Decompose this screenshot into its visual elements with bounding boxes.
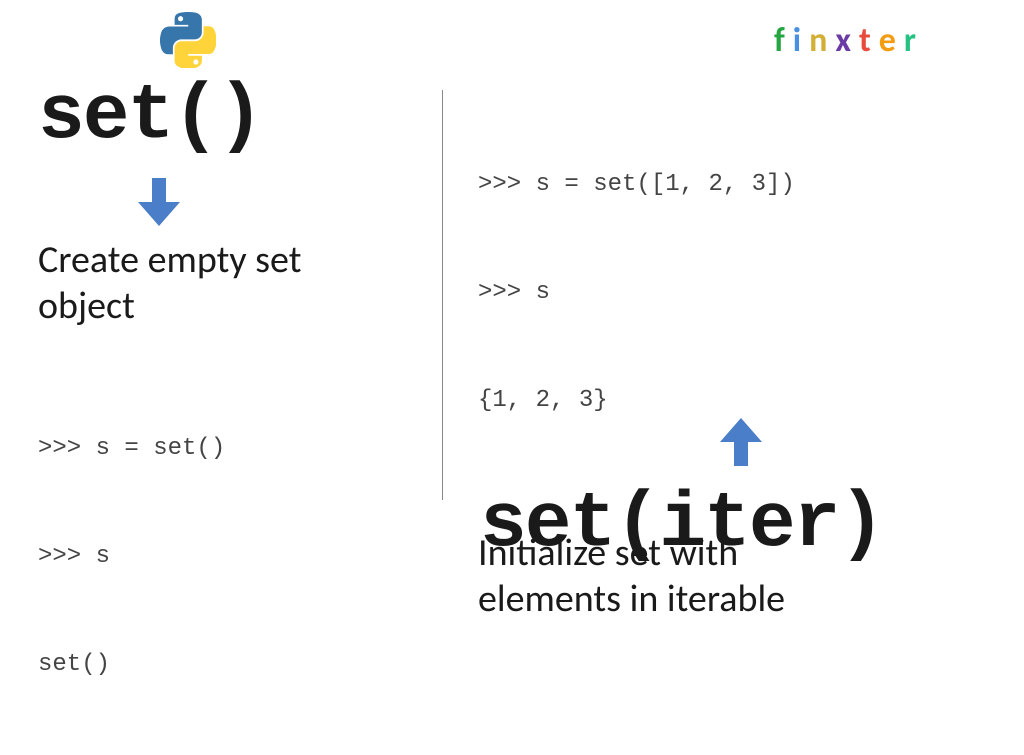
desc-line: elements in iterable (478, 577, 998, 623)
right-title: set(iter) (480, 486, 883, 564)
code-line: >>> s = set() (38, 431, 428, 467)
code-line: >>> s (478, 275, 998, 311)
finxter-letter: t (859, 20, 879, 61)
finxter-letter: x (835, 20, 859, 61)
desc-line: object (38, 284, 428, 330)
left-column: set() Create empty set object >>> s = se… (38, 78, 428, 755)
finxter-letter: r (904, 20, 924, 61)
arrow-up-icon (720, 418, 762, 466)
finxter-logo: finxter (774, 20, 924, 61)
left-code-block: >>> s = set() >>> s set() (38, 359, 428, 755)
vertical-divider (442, 90, 443, 500)
code-line: >>> s = set([1, 2, 3]) (478, 167, 998, 203)
finxter-letter: i (793, 20, 809, 61)
finxter-letter: e (879, 20, 904, 61)
code-line: set() (38, 647, 428, 683)
code-line: {1, 2, 3} (478, 383, 998, 419)
left-title: set() (38, 78, 428, 156)
code-line: >>> s (38, 539, 428, 575)
finxter-letter: f (774, 20, 793, 61)
finxter-letter: n (809, 20, 835, 61)
python-logo-icon (160, 12, 216, 68)
left-description: Create empty set object (38, 238, 428, 329)
desc-line: Create empty set (38, 238, 428, 284)
arrow-down-icon (138, 178, 180, 226)
